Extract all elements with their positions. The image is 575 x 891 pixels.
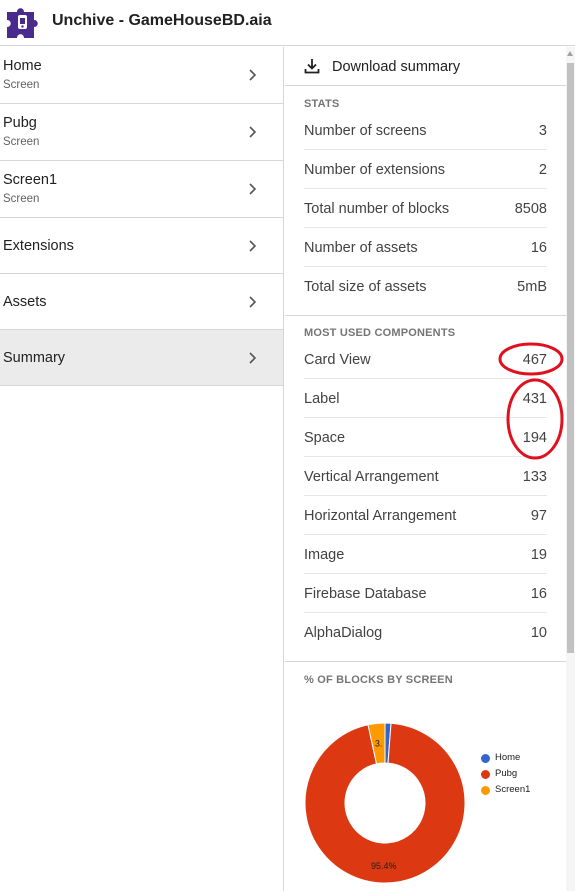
- screen-nav: Home Screen Pubg Screen Screen1 Screen E…: [0, 47, 284, 891]
- stat-label: Number of screens: [304, 123, 427, 139]
- chart-section-title: % OF BLOCKS BY SCREEN: [304, 674, 453, 686]
- component-label: Firebase Database: [304, 586, 427, 602]
- legend-dot: [481, 754, 490, 763]
- legend-label: Screen1: [495, 784, 531, 795]
- component-count: 10: [530, 625, 547, 641]
- chevron-right-icon: [249, 69, 257, 81]
- legend-label: Pubg: [495, 768, 518, 779]
- component-row: Image 19: [304, 535, 547, 574]
- stat-row: Number of screens 3: [304, 111, 547, 150]
- component-count: 97: [530, 508, 547, 524]
- component-row: Vertical Arrangement 133: [304, 457, 547, 496]
- components-section-title: MOST USED COMPONENTS: [304, 327, 456, 339]
- download-icon: [304, 59, 320, 74]
- chevron-right-icon: [249, 240, 257, 252]
- component-row: Card View 467: [304, 340, 547, 379]
- stat-label: Number of assets: [304, 240, 418, 256]
- stat-row: Total size of assets 5mB: [304, 267, 547, 306]
- nav-item-label: Assets: [3, 294, 47, 310]
- stat-value: 8508: [514, 201, 547, 217]
- nav-item-label: Summary: [3, 350, 66, 366]
- component-label: Horizontal Arrangement: [304, 508, 457, 524]
- nav-item-screen1[interactable]: Screen1 Screen: [0, 161, 283, 218]
- scroll-up-arrow[interactable]: [567, 51, 573, 56]
- stat-value: 5mB: [517, 279, 547, 295]
- slice-label: 95.4%: [371, 861, 397, 871]
- chevron-right-icon: [249, 183, 257, 195]
- component-label: Space: [304, 430, 346, 446]
- stat-label: Total size of assets: [304, 279, 427, 295]
- stat-row: Number of assets 16: [304, 228, 547, 267]
- scrollbar[interactable]: [566, 47, 575, 891]
- scrollbar-thumb[interactable]: [567, 63, 574, 653]
- legend-label: Home: [495, 752, 521, 763]
- summary-panel: Download summary STATS Number of screens…: [285, 47, 566, 891]
- component-count: 133: [522, 469, 547, 485]
- section-divider: [285, 315, 566, 316]
- component-label: Image: [304, 547, 345, 563]
- stat-label: Total number of blocks: [304, 201, 450, 217]
- component-count: 16: [530, 586, 547, 602]
- app-title: Unchive - GameHouseBD.aia: [52, 12, 272, 29]
- nav-item-summary[interactable]: Summary: [0, 330, 283, 386]
- component-count: 194: [522, 430, 547, 446]
- nav-item-sublabel: Screen: [3, 136, 40, 148]
- component-row: Label 431: [304, 379, 547, 418]
- nav-item-extensions[interactable]: Extensions: [0, 218, 283, 274]
- nav-item-label: Home: [3, 58, 42, 74]
- stat-value: 16: [530, 240, 547, 256]
- stat-value: 2: [538, 162, 547, 178]
- download-summary-button[interactable]: Download summary: [285, 47, 566, 86]
- nav-item-pubg[interactable]: Pubg Screen: [0, 104, 283, 161]
- chevron-right-icon: [249, 352, 257, 364]
- nav-item-home[interactable]: Home Screen: [0, 47, 283, 104]
- component-label: Vertical Arrangement: [304, 469, 439, 485]
- stat-row: Number of extensions 2: [304, 150, 547, 189]
- app-bar: Unchive - GameHouseBD.aia: [0, 0, 575, 46]
- component-count: 467: [522, 352, 547, 368]
- chevron-right-icon: [249, 296, 257, 308]
- chevron-right-icon: [249, 126, 257, 138]
- section-divider: [285, 661, 566, 662]
- component-row: Horizontal Arrangement 97: [304, 496, 547, 535]
- component-label: Label: [304, 391, 340, 407]
- component-row: Space 194: [304, 418, 547, 457]
- nav-item-label: Extensions: [3, 238, 74, 254]
- stat-label: Number of extensions: [304, 162, 446, 178]
- legend-dot: [481, 786, 490, 795]
- download-summary-label: Download summary: [332, 59, 461, 75]
- legend-dot: [481, 770, 490, 779]
- component-count: 431: [522, 391, 547, 407]
- stat-row: Total number of blocks 8508: [304, 189, 547, 228]
- nav-item-label: Screen1: [3, 172, 58, 188]
- nav-item-sublabel: Screen: [3, 79, 40, 91]
- nav-item-assets[interactable]: Assets: [0, 274, 283, 330]
- component-count: 19: [530, 547, 547, 563]
- stat-value: 3: [538, 123, 547, 139]
- nav-item-label: Pubg: [3, 115, 37, 131]
- slice-label: 3.: [375, 738, 383, 748]
- nav-item-sublabel: Screen: [3, 193, 40, 205]
- puzzle-piece-icon: [7, 8, 38, 38]
- component-row: AlphaDialog 10: [304, 613, 547, 652]
- component-label: AlphaDialog: [304, 625, 383, 641]
- stats-section-title: STATS: [304, 98, 340, 110]
- component-label: Card View: [304, 352, 371, 368]
- blocks-by-screen-chart: 95.4% 3. Home Pubg Screen1: [285, 692, 566, 891]
- component-row: Firebase Database 16: [304, 574, 547, 613]
